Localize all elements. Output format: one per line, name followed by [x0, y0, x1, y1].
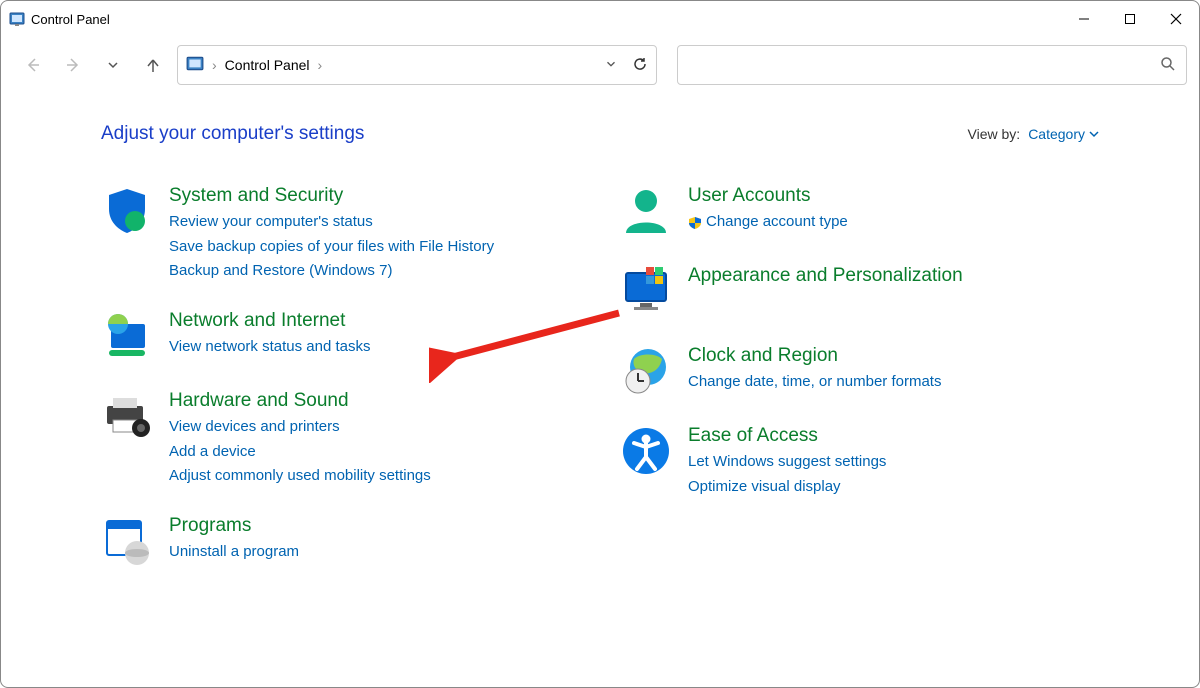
category-user-accounts: User Accounts Change account type [620, 185, 1099, 237]
back-button[interactable] [17, 45, 49, 85]
forward-button[interactable] [57, 45, 89, 85]
control-panel-icon [9, 11, 25, 27]
view-by-value: Category [1028, 126, 1085, 142]
appearance-icon [620, 265, 672, 317]
recent-dropdown[interactable] [97, 45, 129, 85]
titlebar: Control Panel [1, 1, 1199, 37]
breadcrumb-sep-icon[interactable]: › [318, 57, 323, 73]
category-link[interactable]: Adjust commonly used mobility settings [169, 465, 431, 487]
category-columns: System and Security Review your computer… [101, 185, 1099, 595]
breadcrumb: › Control Panel › [186, 55, 322, 76]
category-title[interactable]: Hardware and Sound [169, 390, 431, 413]
category-programs: Programs Uninstall a program [101, 515, 580, 567]
content-header: Adjust your computer's settings View by:… [101, 123, 1099, 145]
category-title[interactable]: Clock and Region [688, 345, 941, 368]
right-column: User Accounts Change account type Appear… [620, 185, 1099, 595]
category-link[interactable]: Change account type [688, 211, 848, 233]
chevron-down-icon [1089, 129, 1099, 139]
category-link[interactable]: Change date, time, or number formats [688, 371, 941, 393]
address-bar[interactable]: › Control Panel › [177, 45, 657, 85]
maximize-button[interactable] [1107, 1, 1153, 37]
category-link[interactable]: Backup and Restore (Windows 7) [169, 260, 494, 282]
accessibility-icon [620, 425, 672, 477]
category-link[interactable]: Optimize visual display [688, 476, 886, 498]
view-by: View by: Category [968, 126, 1099, 142]
window-controls [1061, 1, 1199, 37]
category-link[interactable]: Review your computer's status [169, 211, 494, 233]
view-by-dropdown[interactable]: Category [1028, 126, 1099, 142]
category-clock-region: Clock and Region Change date, time, or n… [620, 345, 1099, 397]
search-icon [1160, 56, 1176, 75]
programs-icon [101, 515, 153, 567]
search-box[interactable] [677, 45, 1187, 85]
category-link[interactable]: View network status and tasks [169, 336, 371, 358]
window-title: Control Panel [31, 12, 110, 27]
printer-icon [101, 390, 153, 442]
category-title[interactable]: User Accounts [688, 185, 848, 208]
shield-icon [101, 185, 153, 237]
page-title: Adjust your computer's settings [101, 123, 364, 145]
category-title[interactable]: System and Security [169, 185, 494, 208]
category-title[interactable]: Appearance and Personalization [688, 265, 963, 288]
category-title[interactable]: Ease of Access [688, 425, 886, 448]
category-title[interactable]: Programs [169, 515, 299, 538]
view-by-label: View by: [968, 126, 1021, 142]
navigation-row: › Control Panel › [1, 37, 1199, 93]
titlebar-left: Control Panel [9, 11, 110, 27]
category-link[interactable]: Uninstall a program [169, 541, 299, 563]
category-link[interactable]: View devices and printers [169, 416, 431, 438]
user-icon [620, 185, 672, 237]
category-system-security: System and Security Review your computer… [101, 185, 580, 282]
category-link[interactable]: Save backup copies of your files with Fi… [169, 236, 494, 258]
refresh-button[interactable] [632, 56, 648, 75]
clock-globe-icon [620, 345, 672, 397]
address-history-dropdown[interactable] [604, 57, 618, 74]
control-panel-window: Control Panel › Control Panel › [0, 0, 1200, 688]
close-button[interactable] [1153, 1, 1199, 37]
breadcrumb-item[interactable]: Control Panel [225, 57, 310, 73]
category-network-internet: Network and Internet View network status… [101, 310, 580, 362]
minimize-button[interactable] [1061, 1, 1107, 37]
breadcrumb-sep-icon[interactable]: › [212, 57, 217, 73]
left-column: System and Security Review your computer… [101, 185, 580, 595]
content-area: Adjust your computer's settings View by:… [1, 93, 1199, 615]
network-icon [101, 310, 153, 362]
up-button[interactable] [137, 45, 169, 85]
category-appearance: Appearance and Personalization [620, 265, 1099, 317]
control-panel-small-icon [186, 55, 204, 76]
category-ease-of-access: Ease of Access Let Windows suggest setti… [620, 425, 1099, 497]
category-title[interactable]: Network and Internet [169, 310, 371, 333]
uac-shield-icon [688, 215, 702, 229]
category-link[interactable]: Add a device [169, 441, 431, 463]
category-hardware-sound: Hardware and Sound View devices and prin… [101, 390, 580, 487]
category-link[interactable]: Let Windows suggest settings [688, 451, 886, 473]
